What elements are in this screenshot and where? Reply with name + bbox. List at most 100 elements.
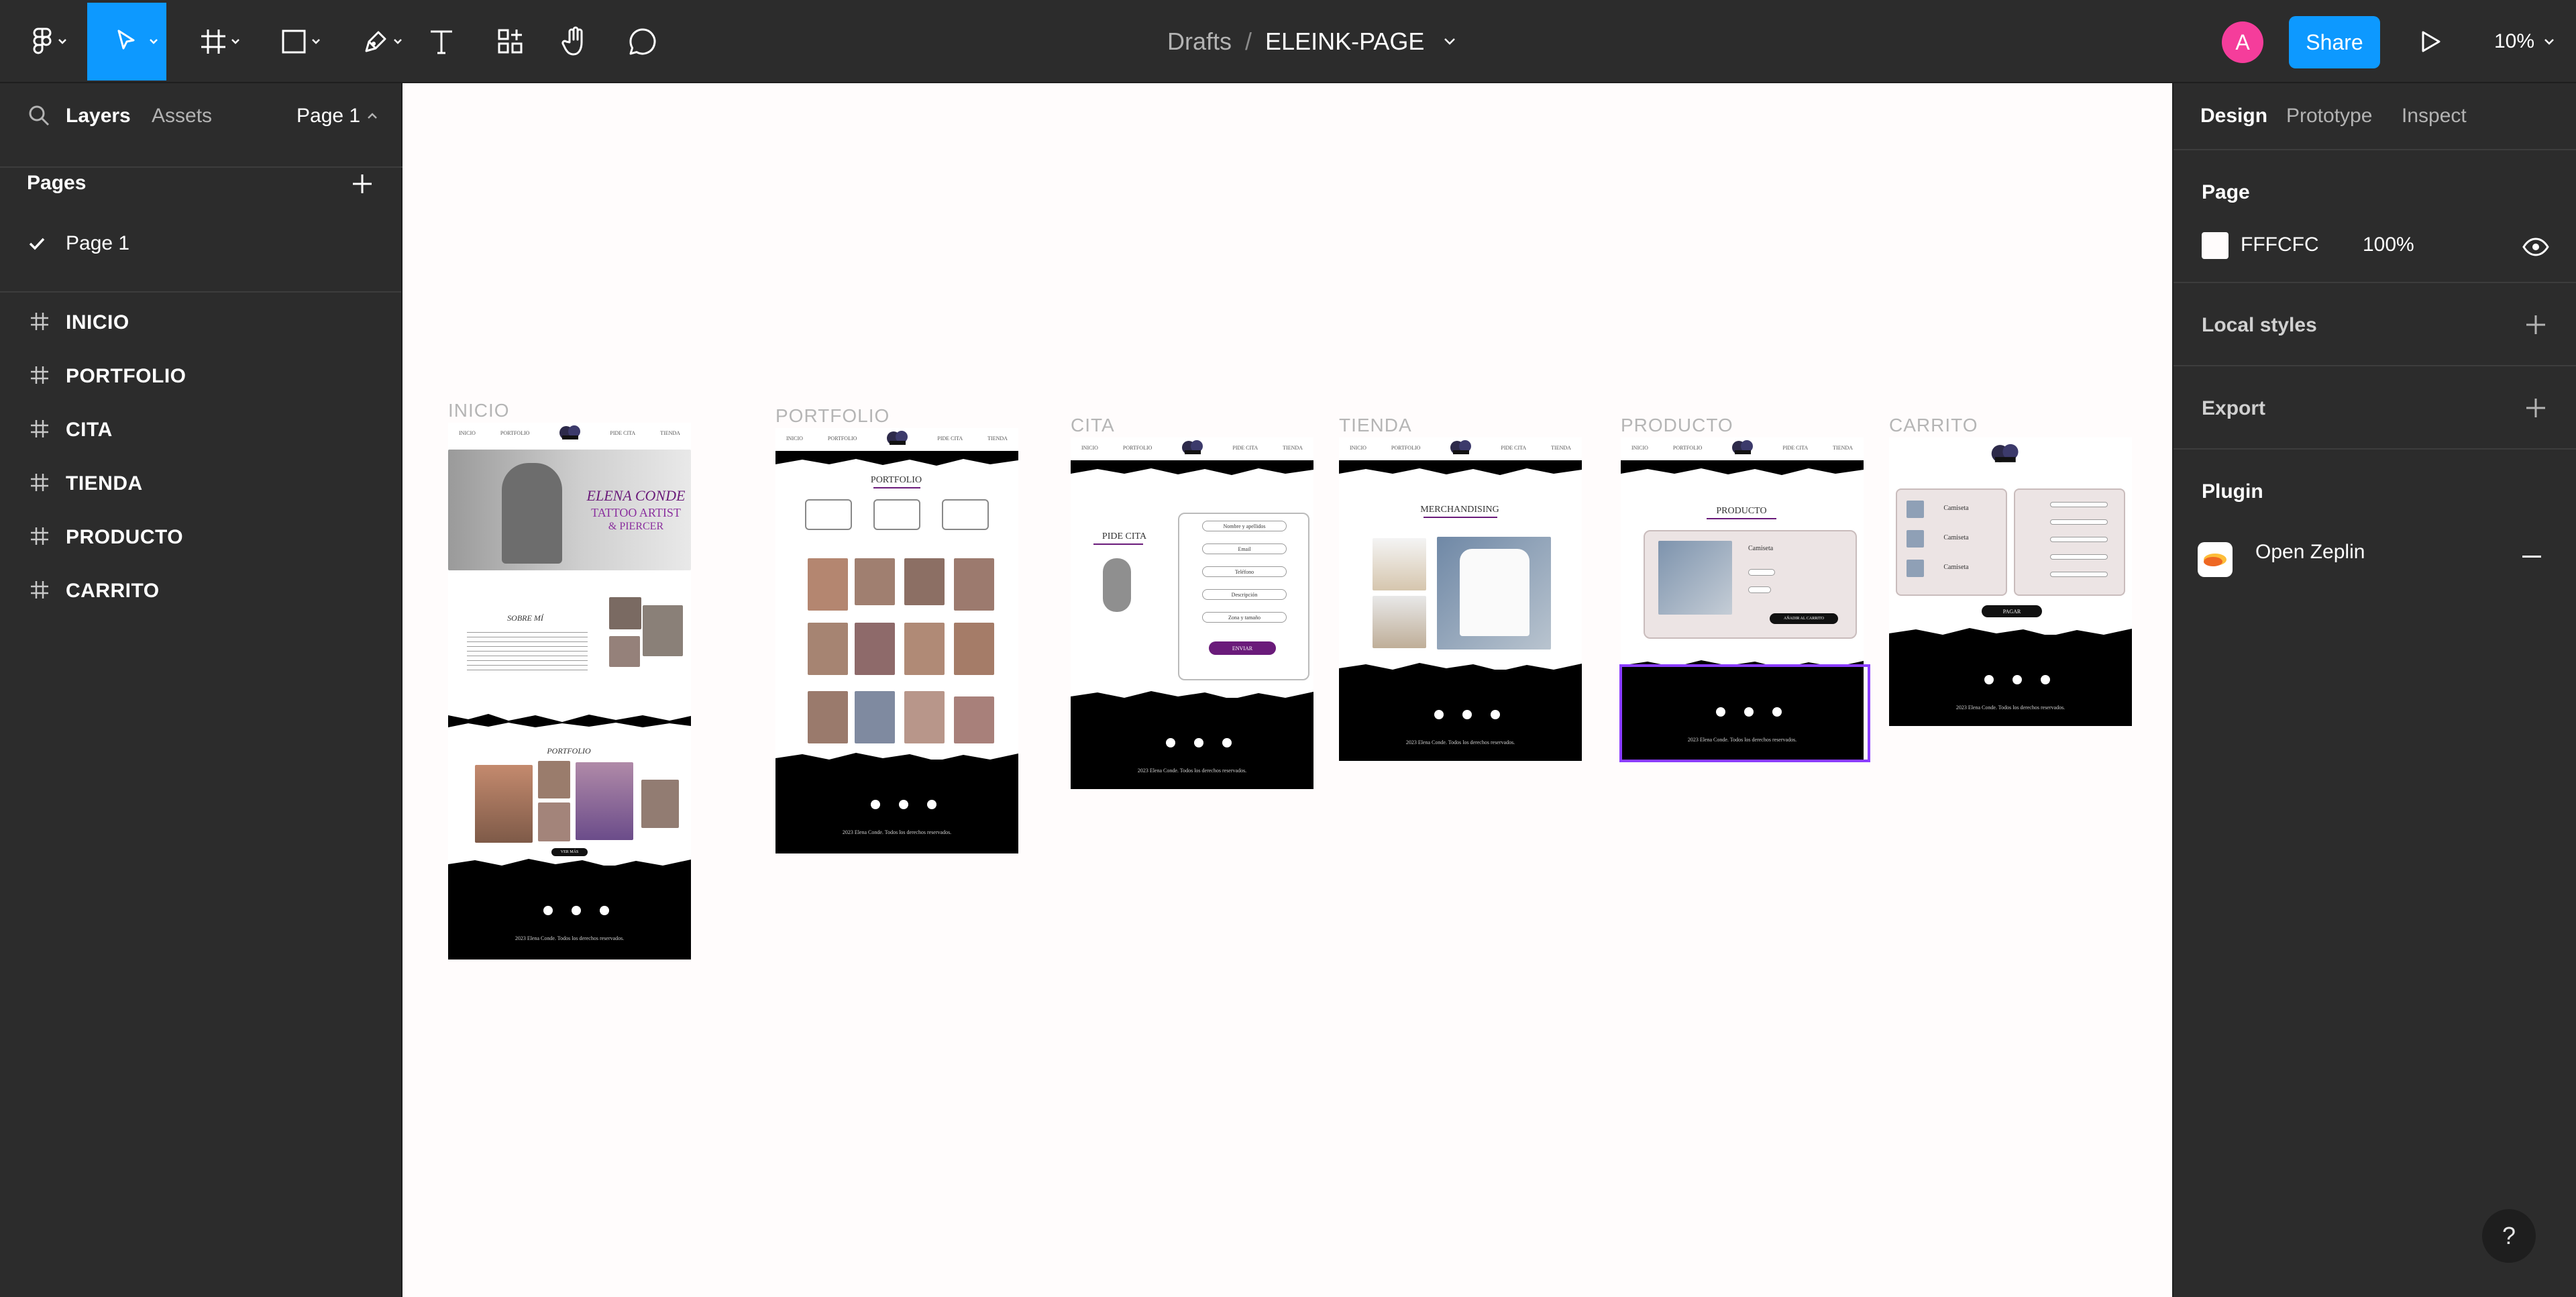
tab-design[interactable]: Design [2200,105,2267,127]
checkmark-icon [29,238,45,250]
frame-carrito[interactable]: Camiseta Camiseta Camiseta PAGAR 2023 El… [1889,437,2132,726]
layer-frame-inicio[interactable]: INICIO [0,297,401,349]
add-to-cart-button[interactable]: AÑADIR AL CARRITO [1770,613,1838,624]
checkout-field[interactable] [2050,502,2108,507]
text-tool-button[interactable] [421,3,462,81]
present-play-icon[interactable] [2415,27,2445,56]
form-field-description[interactable]: Descripción [1202,589,1287,600]
tab-assets[interactable]: Assets [152,105,212,127]
page-switcher[interactable]: Page 1 [297,105,378,127]
tab-inspect[interactable]: Inspect [2402,105,2467,127]
add-export-plus-icon[interactable] [2524,396,2548,420]
eye-icon[interactable] [2521,232,2551,262]
mock-nav: INICIO PORTFOLIO PIDE CITA TIENDA [1339,437,1582,458]
checkout-field[interactable] [2050,554,2108,560]
enviar-button[interactable]: ENVIAR [1209,641,1276,655]
tab-prototype[interactable]: Prototype [2286,105,2372,127]
background-hex[interactable]: FFFCFC [2241,234,2319,256]
file-breadcrumb[interactable]: Drafts / ELEINK-PAGE [1167,0,1456,83]
share-button[interactable]: Share [2289,16,2380,68]
form-field-name[interactable]: Nombre y apellidos [1202,521,1287,531]
layer-frame-cita[interactable]: CITA [0,404,401,456]
zoom-menu[interactable]: 10% [2494,0,2555,83]
background-opacity[interactable]: 100% [2363,234,2414,256]
form-field-zone[interactable]: Zona y tamaño [1202,612,1287,623]
tiktok-icon[interactable] [600,906,609,915]
zoom-level[interactable]: 10% [2494,30,2534,53]
tiktok-icon[interactable] [1222,738,1232,747]
instagram-icon[interactable] [1462,710,1472,719]
hero-subtitle-2: & PIERCER [608,521,664,532]
main-menu-button[interactable] [9,3,75,81]
portfolio-photo [904,623,945,675]
category-button[interactable] [942,499,989,530]
hand-tool-button[interactable] [551,3,600,81]
tiktok-icon[interactable] [2041,675,2050,684]
cart-item-photo [1907,560,1924,577]
user-avatar[interactable]: A [2222,21,2263,63]
frame-inicio[interactable]: INICIO PORTFOLIO PIDE CITA TIENDA ELENA … [448,423,691,959]
page-item[interactable]: Page 1 [0,217,402,270]
frame-tool-button[interactable] [178,3,248,81]
tiktok-icon[interactable] [1491,710,1500,719]
hero-name: ELENA CONDE [586,487,686,504]
move-tool-button[interactable] [87,3,166,81]
shape-tool-button[interactable] [259,3,329,81]
breadcrumb-drafts[interactable]: Drafts [1167,28,1232,56]
frame-cita[interactable]: INICIO PORTFOLIO PIDE CITA TIENDA PIDE C… [1071,437,1313,789]
whatsapp-icon[interactable] [543,906,553,915]
social-icons [1166,738,1232,747]
size-select[interactable] [1748,586,1771,593]
layer-frame-producto[interactable]: PRODUCTO [0,511,401,564]
plugin-name[interactable]: Open Zeplin [2255,541,2365,564]
canvas[interactable]: INICIO INICIO PORTFOLIO PIDE CITA TIENDA… [402,83,2172,1297]
resources-button[interactable] [487,3,534,81]
background-color-swatch[interactable] [2202,232,2229,259]
frame-label-cita[interactable]: CITA [1071,415,1115,436]
frame-portfolio[interactable]: INICIO PORTFOLIO PIDE CITA TIENDA PORTFO… [775,428,1018,853]
cart-item-photo [1907,501,1924,518]
ver-mas-button[interactable]: VER MÁS [551,848,588,856]
layer-frame-carrito[interactable]: CARRITO [0,565,401,617]
pen-tool-button[interactable] [341,3,411,81]
tiktok-icon[interactable] [927,800,936,809]
file-name[interactable]: ELEINK-PAGE [1265,28,1424,56]
portfolio-photo [538,761,570,798]
checkout-field[interactable] [2050,519,2108,525]
checkout-field[interactable] [2050,572,2108,577]
remove-plugin-minus-icon[interactable] [2522,556,2541,558]
instagram-icon[interactable] [899,800,908,809]
instagram-icon[interactable] [1194,738,1203,747]
mock-nav: INICIO PORTFOLIO PIDE CITA TIENDA [448,423,691,443]
add-style-plus-icon[interactable] [2524,313,2548,337]
frame-label-inicio[interactable]: INICIO [448,400,510,421]
help-button[interactable]: ? [2482,1209,2536,1263]
category-button[interactable] [805,499,852,530]
heading-underline [1707,518,1776,519]
form-field-email[interactable]: Email [1202,543,1287,554]
frame-label-portfolio[interactable]: PORTFOLIO [775,405,890,427]
form-field-phone[interactable]: Teléfono [1202,566,1287,577]
add-page-plus-icon[interactable] [350,172,374,196]
whatsapp-icon[interactable] [1434,710,1444,719]
layer-frame-tienda[interactable]: TIENDA [0,458,401,510]
category-button[interactable] [873,499,920,530]
instagram-icon[interactable] [2012,675,2022,684]
instagram-icon[interactable] [572,906,581,915]
whatsapp-icon[interactable] [1984,675,1994,684]
frame-label-carrito[interactable]: CARRITO [1889,415,1978,436]
frame-label-tienda[interactable]: TIENDA [1339,415,1412,436]
search-icon[interactable] [27,103,51,127]
mock-nav-item: PIDE CITA [610,429,636,436]
checkout-field[interactable] [2050,537,2108,542]
whatsapp-icon[interactable] [1166,738,1175,747]
tab-layers[interactable]: Layers [66,105,131,127]
comment-tool-button[interactable] [619,3,667,81]
whatsapp-icon[interactable] [871,800,880,809]
layer-frame-portfolio[interactable]: PORTFOLIO [0,350,401,403]
pagar-button[interactable]: PAGAR [1982,605,2042,617]
chevron-down-icon[interactable] [1443,37,1456,46]
frame-tienda[interactable]: INICIO PORTFOLIO PIDE CITA TIENDA MERCHA… [1339,437,1582,761]
color-select[interactable] [1748,569,1775,576]
frame-label-producto[interactable]: PRODUCTO [1621,415,1733,436]
